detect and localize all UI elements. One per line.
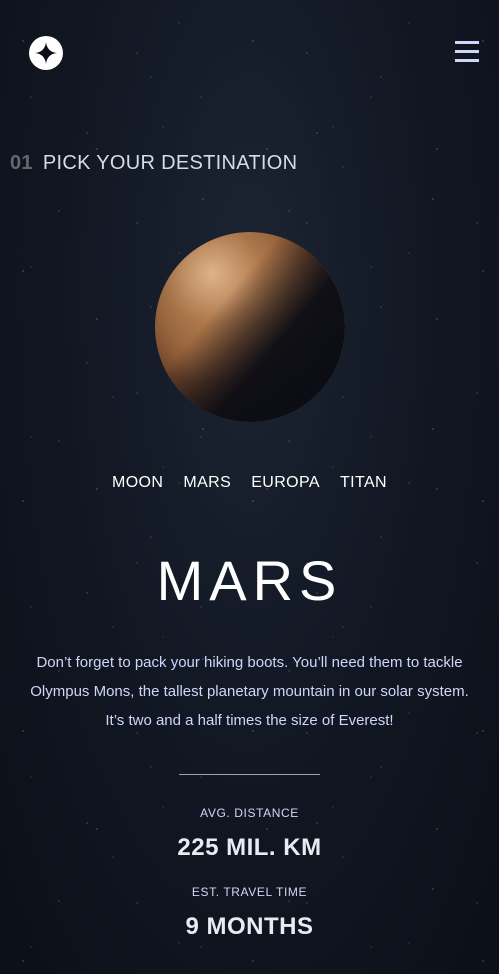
section-number: 01: [10, 152, 33, 174]
planet-image: [155, 232, 345, 422]
distance-value: 225 MIL. KM: [177, 834, 322, 861]
logo[interactable]: [29, 36, 63, 70]
tab-mars[interactable]: MARS: [183, 474, 231, 500]
travel-time-value: 9 MONTHS: [185, 913, 314, 940]
tab-titan[interactable]: TITAN: [340, 474, 387, 500]
page-heading: 01 PICK YOUR DESTINATION: [10, 152, 297, 175]
menu-line: [455, 50, 479, 53]
menu-line: [455, 59, 479, 62]
star-compass-icon: [35, 42, 57, 64]
destination-tabs: MOON MARS EUROPA TITAN: [0, 474, 499, 500]
destination-description: Don’t forget to pack your hiking boots. …: [30, 654, 469, 729]
tab-moon[interactable]: MOON: [112, 474, 163, 500]
travel-time-label: EST. TRAVEL TIME: [191, 885, 308, 899]
divider: [179, 774, 320, 775]
hamburger-menu-icon[interactable]: [455, 41, 479, 62]
distance-label: AVG. DISTANCE: [200, 806, 299, 820]
section-title: PICK YOUR DESTINATION: [42, 152, 298, 174]
destination-name: MARS: [156, 549, 343, 612]
tab-europa[interactable]: EUROPA: [251, 474, 320, 500]
menu-line: [455, 41, 479, 44]
